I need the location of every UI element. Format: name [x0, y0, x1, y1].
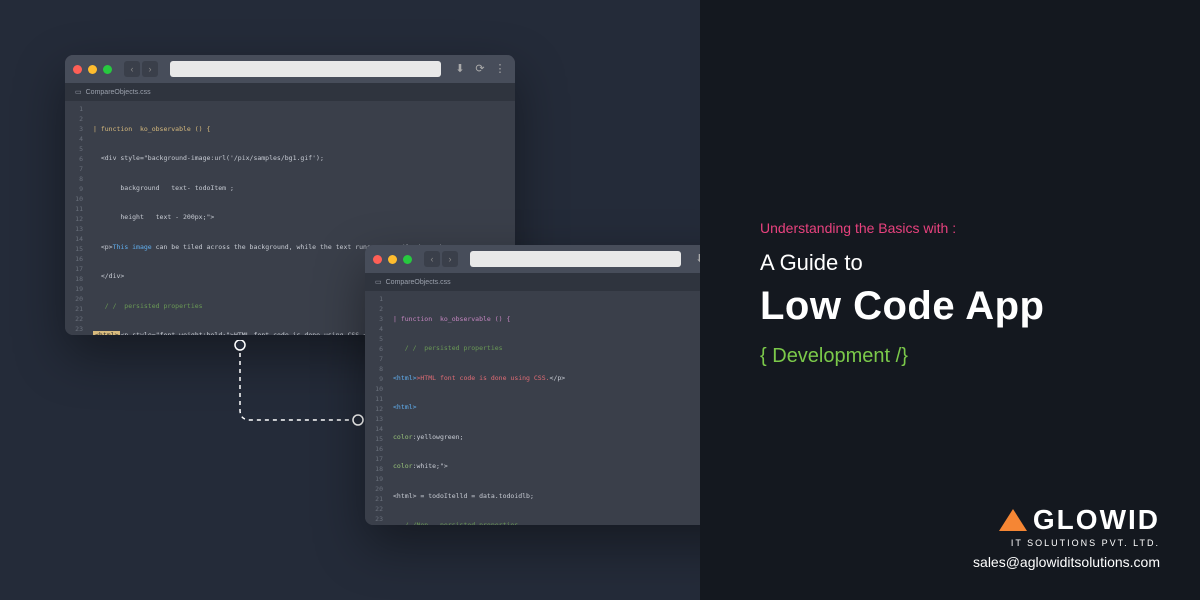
file-tab[interactable]: CompareObjects.css [86, 89, 151, 96]
brand-triangle-icon [999, 509, 1027, 531]
file-icon: ▭ [75, 88, 82, 96]
maximize-dot-icon[interactable] [403, 255, 412, 264]
minimize-dot-icon[interactable] [388, 255, 397, 264]
forward-button[interactable]: › [142, 61, 158, 77]
tab-bar-2: ▭ CompareObjects.css [365, 273, 755, 291]
left-panel: ‹ › ⬇ ⟳ ⋮ ▭ CompareObjects.css 123456789… [0, 0, 700, 600]
right-panel: Understanding the Basics with : A Guide … [700, 0, 1200, 600]
minimize-dot-icon[interactable] [88, 65, 97, 74]
back-button[interactable]: ‹ [124, 61, 140, 77]
development-line: { Development /} [760, 345, 1160, 368]
file-tab[interactable]: CompareObjects.css [386, 279, 451, 286]
nav-arrows: ‹ › [124, 61, 158, 77]
tab-bar-1: ▭ CompareObjects.css [65, 83, 515, 101]
tagline: Understanding the Basics with : [760, 220, 1160, 236]
brand-subtitle: IT SOLUTIONS PVT. LTD. [973, 538, 1160, 548]
brand-email: sales@aglowiditsolutions.com [973, 554, 1160, 570]
forward-button[interactable]: › [442, 251, 458, 267]
gutter-2: 1234567891011121314151617181920212223 [365, 291, 387, 525]
titlebar-1: ‹ › ⬇ ⟳ ⋮ [65, 55, 515, 83]
brand-logo: GLOWID [973, 504, 1160, 536]
main-title: Low Code App [760, 284, 1160, 329]
close-dot-icon[interactable] [73, 65, 82, 74]
menu-icon[interactable]: ⋮ [493, 62, 507, 76]
titlebar-2: ‹ › ⬇ ⟳ ⋮ [365, 245, 755, 273]
maximize-dot-icon[interactable] [103, 65, 112, 74]
code-body-2: 1234567891011121314151617181920212223 | … [365, 291, 755, 525]
code-window-2: ‹ › ⬇ ⟳ ⋮ ▭ CompareObjects.css 123456789… [365, 245, 755, 525]
guide-to: A Guide to [760, 250, 1160, 276]
gutter-1: 1234567891011121314151617181920212223 [65, 101, 87, 335]
nav-arrows: ‹ › [424, 251, 458, 267]
connector-line [230, 340, 370, 430]
url-bar[interactable] [470, 251, 681, 267]
brand-name: GLOWID [1033, 504, 1160, 536]
refresh-icon[interactable]: ⟳ [473, 62, 487, 76]
brand-block: GLOWID IT SOLUTIONS PVT. LTD. sales@aglo… [973, 504, 1160, 570]
back-button[interactable]: ‹ [424, 251, 440, 267]
url-bar[interactable] [170, 61, 441, 77]
download-icon[interactable]: ⬇ [453, 62, 467, 76]
close-dot-icon[interactable] [373, 255, 382, 264]
file-icon: ▭ [375, 278, 382, 286]
